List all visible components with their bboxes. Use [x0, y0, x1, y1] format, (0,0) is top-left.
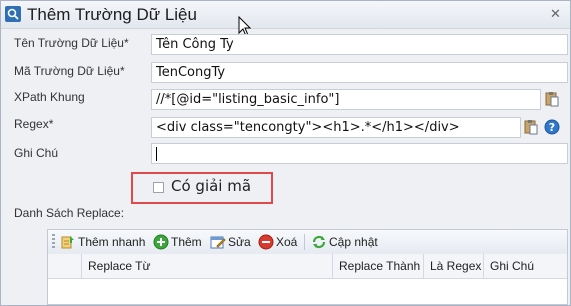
- toolbar-grip[interactable]: [52, 234, 55, 250]
- column-header-replace-tu[interactable]: Replace Từ: [82, 254, 333, 278]
- delete-label: Xoá: [276, 235, 298, 249]
- close-icon[interactable]: ✕: [550, 7, 561, 22]
- search-window-icon: [5, 6, 21, 22]
- column-header-replace-thanh[interactable]: Replace Thành: [333, 254, 424, 278]
- add-label: Thêm: [171, 235, 202, 249]
- co-giai-ma-label[interactable]: Có giải mã: [171, 177, 251, 195]
- regex-input[interactable]: <div class="tencongty"><h1>.*</h1></div>: [151, 117, 521, 138]
- text-caret: [156, 146, 157, 161]
- help-icon[interactable]: ?: [544, 119, 560, 135]
- paste-icon[interactable]: [544, 91, 560, 107]
- replace-grid: Thêm nhanh Thêm Sửa Xoá Cập nhật Replace…: [47, 229, 568, 305]
- ten-truong-input[interactable]: Tên Công Ty: [151, 34, 568, 55]
- replace-section-label: Danh Sách Replace:: [14, 206, 125, 220]
- refresh-icon: [312, 235, 326, 249]
- quick-add-label: Thêm nhanh: [78, 235, 146, 249]
- svg-text:?: ?: [549, 121, 555, 134]
- dialog-window: Thêm Trường Dữ Liệu ✕ Tên Trường Dữ Liệu…: [0, 0, 571, 306]
- highlight-box: Có giải mã: [131, 172, 273, 204]
- column-header-ghi-chu[interactable]: Ghi Chú: [484, 254, 567, 278]
- replace-toolbar: Thêm nhanh Thêm Sửa Xoá Cập nhật: [48, 230, 567, 255]
- ma-truong-input[interactable]: TenCongTy: [151, 62, 568, 83]
- column-header-la-regex[interactable]: Là Regex: [424, 254, 484, 278]
- quick-add-icon: [61, 236, 74, 249]
- ten-truong-label: Tên Trường Dữ Liệu*: [14, 36, 129, 50]
- regex-label: Regex*: [14, 117, 54, 131]
- ghi-chu-input[interactable]: [151, 143, 568, 164]
- add-icon: [153, 234, 169, 250]
- delete-icon: [258, 234, 274, 250]
- toolbar-separator: [304, 234, 305, 250]
- ghi-chu-label: Ghi Chú: [14, 146, 59, 160]
- paste-icon[interactable]: [523, 119, 539, 135]
- xpath-input[interactable]: //*[@id="listing_basic_info"]: [151, 89, 541, 110]
- grid-header: Replace Từ Replace Thành Là Regex Ghi Ch…: [48, 254, 567, 279]
- ma-truong-label: Mã Trường Dữ Liệu*: [14, 64, 125, 78]
- edit-label: Sửa: [228, 235, 251, 249]
- window-title: Thêm Trường Dữ Liệu: [27, 5, 197, 24]
- xpath-label: XPath Khung: [14, 90, 85, 104]
- title-bar: Thêm Trường Dữ Liệu ✕: [1, 1, 570, 37]
- refresh-label: Cập nhật: [329, 235, 378, 249]
- row-indicator-header: [48, 254, 82, 278]
- edit-icon: [210, 236, 226, 249]
- co-giai-ma-checkbox[interactable]: [153, 182, 164, 193]
